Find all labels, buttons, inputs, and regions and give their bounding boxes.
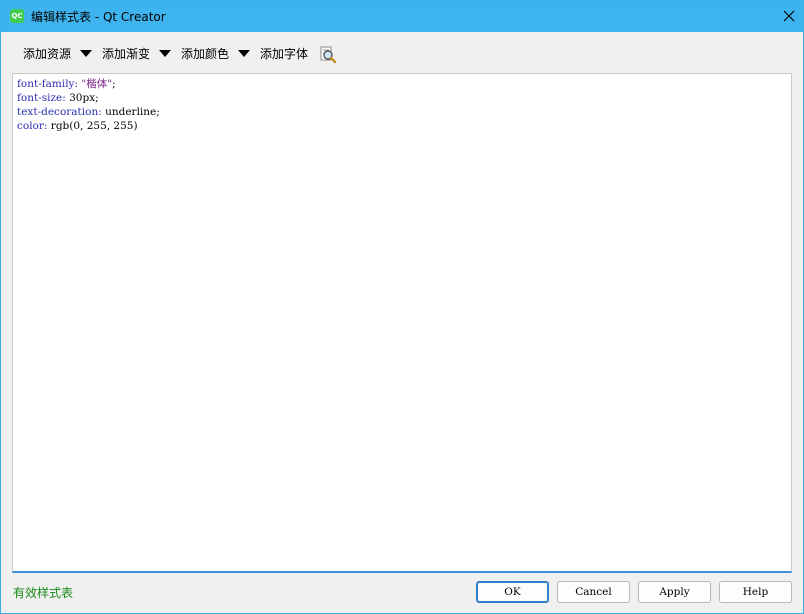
add-color-button[interactable]: 添加颜色 [181, 39, 229, 69]
code-content: font-family: "楷体"; font-size: 30px; text… [17, 77, 160, 133]
close-icon [783, 10, 795, 22]
qt-creator-app-icon: QC [10, 9, 24, 23]
title-bar[interactable]: QC 编辑样式表 - Qt Creator [1, 1, 803, 32]
code-line: color: rgb(0, 255, 255) [17, 120, 138, 132]
ok-button[interactable]: OK [476, 581, 549, 603]
add-resource-dropdown-arrow-icon[interactable] [80, 50, 92, 57]
window-title: 编辑样式表 - Qt Creator [31, 10, 166, 24]
help-button[interactable]: Help [719, 581, 792, 603]
cancel-button[interactable]: Cancel [557, 581, 630, 603]
add-gradient-dropdown-arrow-icon[interactable] [159, 50, 171, 57]
add-resource-button[interactable]: 添加资源 [23, 39, 71, 69]
validity-status-label: 有效样式表 [13, 586, 74, 600]
code-line: text-decoration: underline; [17, 106, 160, 118]
toolbar: 添加资源 添加渐变 添加颜色 添加字体 [1, 39, 803, 69]
code-line: font-family: "楷体"; [17, 78, 116, 90]
close-button[interactable] [773, 1, 803, 32]
dialog-window: QC 编辑样式表 - Qt Creator 添加资源 添加渐变 添加颜色 添加字… [0, 0, 804, 614]
apply-button[interactable]: Apply [638, 581, 711, 603]
add-font-button[interactable]: 添加字体 [260, 39, 308, 69]
add-color-dropdown-arrow-icon[interactable] [238, 50, 250, 57]
add-gradient-button[interactable]: 添加渐变 [102, 39, 150, 69]
code-line: font-size: 30px; [17, 92, 99, 104]
stylesheet-editor[interactable]: font-family: "楷体"; font-size: 30px; text… [12, 73, 792, 573]
magnifier-search-icon[interactable] [319, 46, 337, 64]
